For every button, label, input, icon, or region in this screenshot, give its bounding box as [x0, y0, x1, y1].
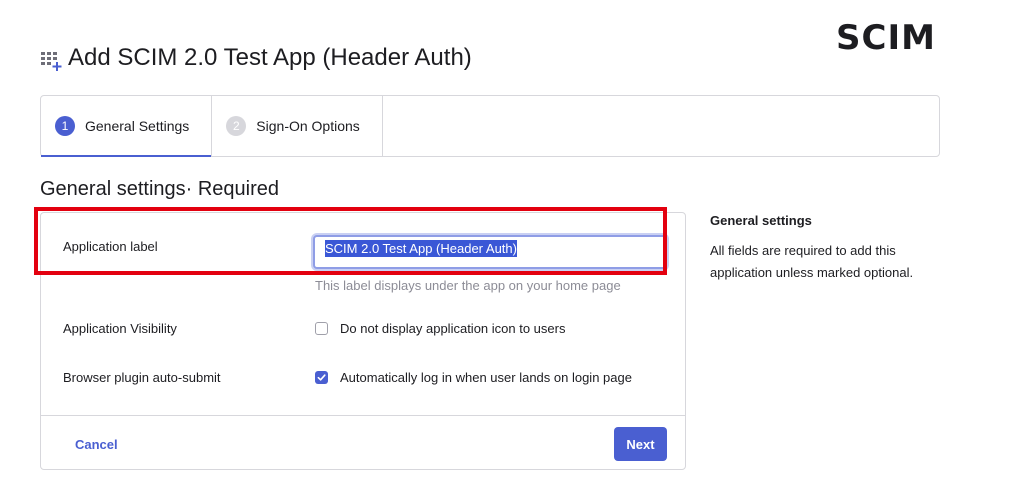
application-label-label: Application label: [63, 239, 158, 254]
grid-plus-icon: [41, 52, 62, 71]
scim-logo: SCIM: [836, 18, 936, 58]
page-title-text: Add SCIM 2.0 Test App (Header Auth): [68, 44, 472, 71]
next-button[interactable]: Next: [614, 427, 667, 461]
tab-general-settings[interactable]: 1 General Settings: [41, 96, 213, 157]
application-label-hint: This label displays under the app on you…: [315, 278, 621, 293]
hide-icon-option-text: Do not display application icon to users: [340, 321, 566, 336]
application-visibility-label: Application Visibility: [63, 321, 177, 336]
hide-icon-checkbox[interactable]: [315, 322, 328, 335]
tab-label: Sign-On Options: [256, 118, 360, 134]
auto-submit-option-text: Automatically log in when user lands on …: [340, 370, 632, 385]
checkmark-icon: [317, 374, 326, 381]
application-label-value: SCIM 2.0 Test App (Header Auth): [325, 240, 517, 257]
section-heading: General settings· Required: [40, 178, 280, 200]
aside-description: All fields are required to add this appl…: [710, 243, 914, 280]
step-number-badge: 2: [226, 116, 247, 136]
auto-submit-checkbox[interactable]: [315, 371, 328, 384]
general-settings-card: Application label SCIM 2.0 Test App (Hea…: [40, 212, 686, 470]
card-footer-divider: [41, 415, 685, 416]
cancel-button[interactable]: Cancel: [75, 437, 118, 452]
wizard-tabs: 1 General Settings 2 Sign-On Options: [40, 95, 940, 157]
visibility-option: Do not display application icon to users: [315, 321, 565, 336]
application-label-input[interactable]: SCIM 2.0 Test App (Header Auth): [313, 235, 667, 269]
auto-submit-option: Automatically log in when user lands on …: [315, 370, 632, 385]
auto-submit-label: Browser plugin auto-submit: [63, 370, 221, 385]
tab-label: General Settings: [85, 118, 190, 134]
tab-sign-on-options[interactable]: 2 Sign-On Options: [212, 96, 383, 156]
aside-title: General settings: [710, 213, 812, 228]
step-number-badge: 1: [55, 116, 75, 136]
page-title: Add SCIM 2.0 Test App (Header Auth): [40, 44, 472, 72]
